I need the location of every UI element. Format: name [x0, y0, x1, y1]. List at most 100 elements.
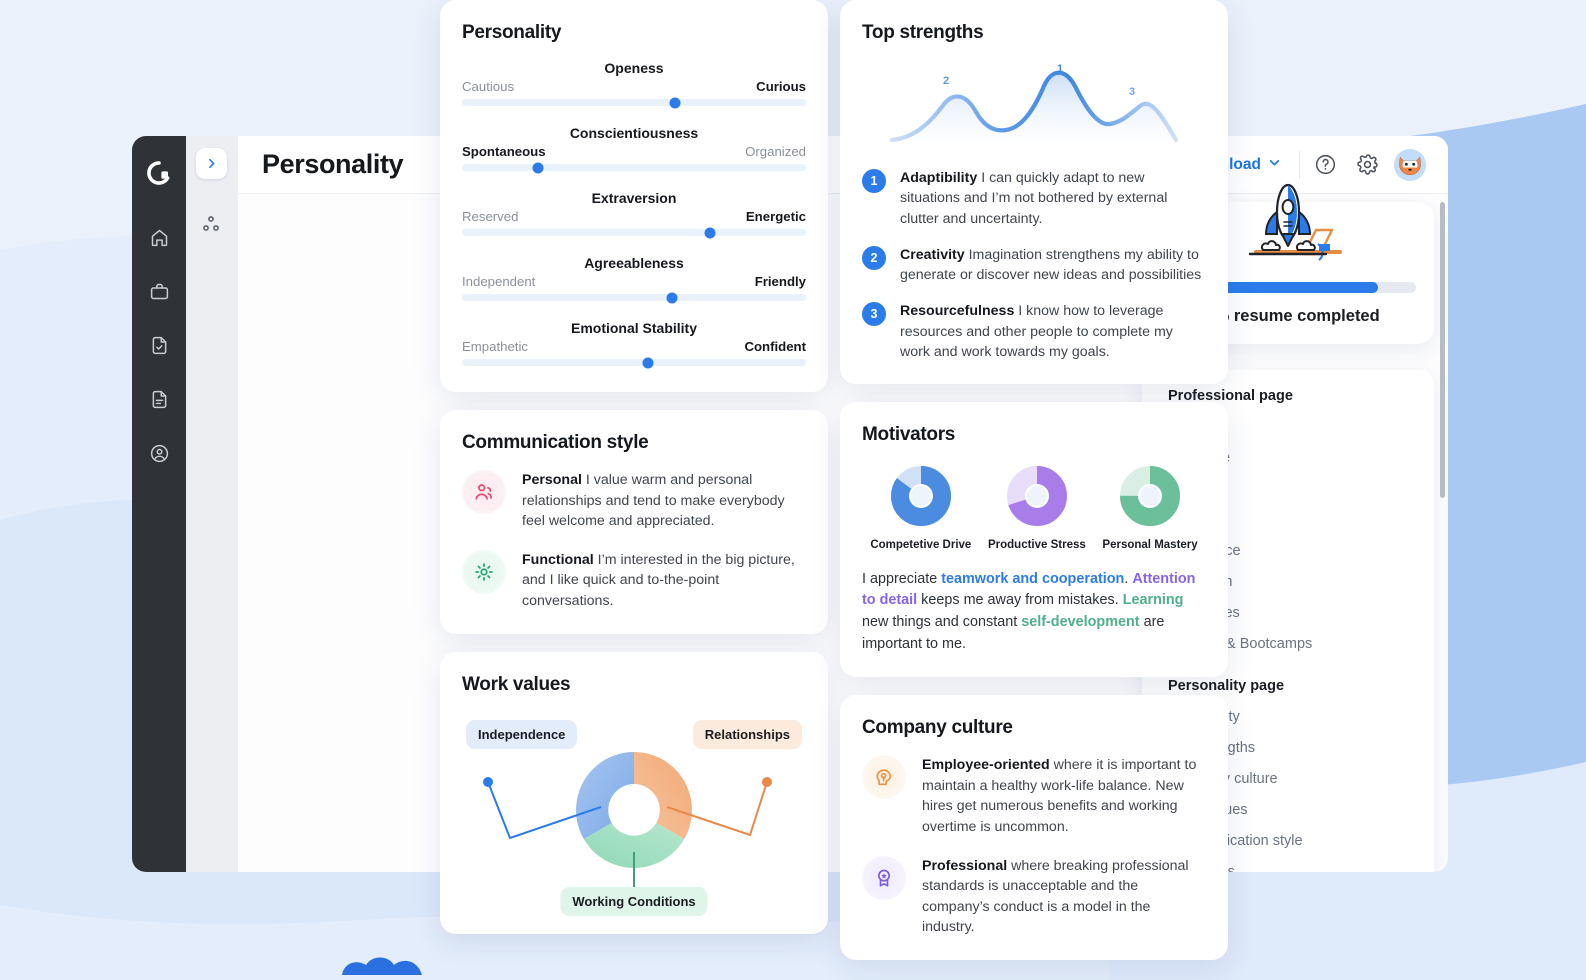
strength-rank-badge: 2: [862, 245, 886, 270]
head-idea-icon: [862, 755, 906, 800]
donut-competetive-drive: Competetive Drive: [870, 462, 971, 552]
donut-label: Personal Mastery: [1102, 539, 1198, 552]
cards-left-column: Personality Openess Cautious Curious Consci…: [440, 0, 828, 952]
trait-slider[interactable]: [462, 97, 806, 108]
donut-productive-stress: Productive Stress: [988, 462, 1086, 552]
trait-list: Openess Cautious Curious Conscientiousness S…: [462, 60, 806, 368]
card-title: Motivators: [862, 424, 956, 446]
strength-rank-badge: 1: [862, 169, 886, 193]
trait-endpoints: Cautious Curious: [462, 79, 806, 94]
strength-text: Resourcefulness I know how to leverage r…: [900, 301, 1206, 362]
app-logo[interactable]: [139, 150, 179, 196]
trait-slider-knob[interactable]: [704, 227, 716, 238]
strength-rank-badge: 3: [862, 302, 886, 327]
card-title: Communication style: [462, 432, 649, 453]
list-item: Functional I’m interested in the big pic…: [462, 549, 806, 612]
work-values-chart: Independence Relationships Working Condi…: [462, 712, 806, 916]
work-value-label-relationships: Relationships: [692, 719, 802, 749]
list-item-title: Personal: [522, 472, 582, 488]
trait-left-label: Empathetic: [462, 339, 528, 354]
donut-label: Competetive Drive: [870, 539, 972, 552]
trait-name: Extraversion: [591, 190, 677, 206]
trait-slider-knob[interactable]: [669, 97, 681, 108]
list-item: Employee-oriented where it is important …: [862, 755, 1206, 837]
trait-emotional-stability: Emotional Stability Empathetic Confident: [462, 320, 806, 368]
trait-left-label: Cautious: [462, 79, 515, 94]
trait-slider-knob[interactable]: [532, 162, 544, 173]
award-badge-icon: [862, 855, 906, 900]
card-title: Work values: [462, 673, 571, 695]
text-segment: keeps me away from mistakes.: [917, 592, 1123, 609]
trait-right-label: Confident: [744, 339, 806, 354]
cards-right-column: Top strengths 2 1 3 1 Adaptibility I can…: [840, 0, 1228, 978]
company-culture-card: Company culture Employee-oriented where …: [840, 695, 1228, 960]
nodes-icon[interactable]: [199, 212, 225, 238]
trait-name: Openess: [604, 60, 664, 76]
trait-name: Conscientiousness: [569, 125, 699, 141]
personality-card: Personality Openess Cautious Curious Consci…: [440, 0, 828, 392]
trait-right-label: Organized: [745, 144, 806, 159]
list-item-text: Personal I value warm and personal relat…: [522, 470, 806, 532]
donut-chart: [1120, 466, 1181, 527]
highlight-self-development: self-development: [1021, 613, 1140, 630]
strength-name: Resourcefulness: [900, 303, 1015, 320]
strength-text: Adaptibility I can quickly adapt to new …: [900, 168, 1206, 229]
document-check-icon[interactable]: [137, 318, 181, 372]
work-value-label-working-conditions: Working Conditions: [560, 886, 708, 916]
home-icon[interactable]: [137, 210, 181, 264]
trait-conscientiousness: Conscientiousness Spontaneous Organized: [462, 125, 806, 173]
panel-scrollbar[interactable]: [1440, 202, 1445, 498]
highlight-teamwork: teamwork and cooperation: [941, 570, 1125, 587]
trait-left-label: Independent: [462, 274, 536, 289]
trait-openess: Openess Cautious Curious: [462, 60, 806, 108]
secondary-sidebar: [186, 136, 238, 872]
top-strengths-card: Top strengths 2 1 3 1 Adaptibility I can…: [840, 0, 1228, 385]
card-title: Top strengths: [862, 22, 984, 43]
strength-text: Creativity Imagination strengthens my ab…: [900, 245, 1206, 286]
work-values-card: Work values Independence Relationships W…: [440, 651, 828, 934]
chevron-right-icon[interactable]: [196, 148, 227, 179]
list-item: Personal I value warm and personal relat…: [462, 470, 806, 532]
list-item-title: Employee-oriented: [922, 757, 1050, 774]
trait-slider[interactable]: [462, 292, 806, 303]
peak-label-3: 3: [1129, 86, 1135, 98]
briefcase-icon[interactable]: [137, 264, 181, 318]
trait-slider[interactable]: [462, 227, 806, 238]
motivators-card: Motivators Competetive Drive Productive S…: [840, 402, 1228, 678]
donut-personal-mastery: Personal Mastery: [1102, 462, 1198, 552]
communication-style-card: Communication style Personal I value war…: [440, 410, 828, 634]
trait-name: Agreeableness: [584, 255, 684, 271]
trait-endpoints: Empathetic Confident: [462, 339, 806, 354]
document-icon[interactable]: [137, 372, 181, 426]
strength-peaks-chart: 2 1 3: [862, 60, 1206, 152]
trait-extraversion: Extraversion Reserved Energetic: [462, 190, 806, 238]
card-title: Personality: [462, 22, 562, 43]
text-segment: new things and constant: [862, 613, 1022, 630]
strength-name: Creativity: [900, 246, 965, 263]
motivator-donuts: Competetive Drive Productive Stress Person…: [862, 462, 1206, 552]
list-item-text: Professional where breaking professional…: [922, 856, 1206, 938]
trait-endpoints: Reserved Energetic: [462, 209, 806, 224]
trait-slider-knob[interactable]: [642, 357, 654, 368]
trait-left-label: Spontaneous: [462, 144, 546, 159]
primary-sidebar: [132, 136, 186, 872]
user-circle-icon[interactable]: [137, 426, 181, 480]
trait-right-label: Curious: [756, 79, 806, 94]
text-segment: I appreciate: [862, 570, 942, 587]
trait-slider[interactable]: [462, 162, 806, 173]
list-item: Professional where breaking professional…: [862, 855, 1206, 938]
list-item-title: Professional: [922, 857, 1008, 874]
trait-endpoints: Spontaneous Organized: [462, 144, 806, 159]
motivators-paragraph: I appreciate teamwork and cooperation. A…: [862, 569, 1206, 655]
strength-list: 1 Adaptibility I can quickly adapt to new…: [862, 168, 1206, 362]
trait-right-label: Friendly: [754, 274, 806, 289]
strength-name: Adaptibility: [900, 170, 978, 186]
strength-item: 2 Creativity Imagination strengthens my a…: [862, 245, 1206, 286]
bottom-peek-shape: [332, 953, 452, 980]
page-title: Personality: [262, 149, 404, 179]
strength-item: 3 Resourcefulness I know how to leverage …: [862, 301, 1206, 362]
trait-slider-knob[interactable]: [666, 292, 678, 303]
trait-slider[interactable]: [462, 357, 806, 368]
app-window: Personality Download: [132, 0, 1448, 960]
list-item-text: Functional I’m interested in the big pic…: [522, 550, 806, 612]
